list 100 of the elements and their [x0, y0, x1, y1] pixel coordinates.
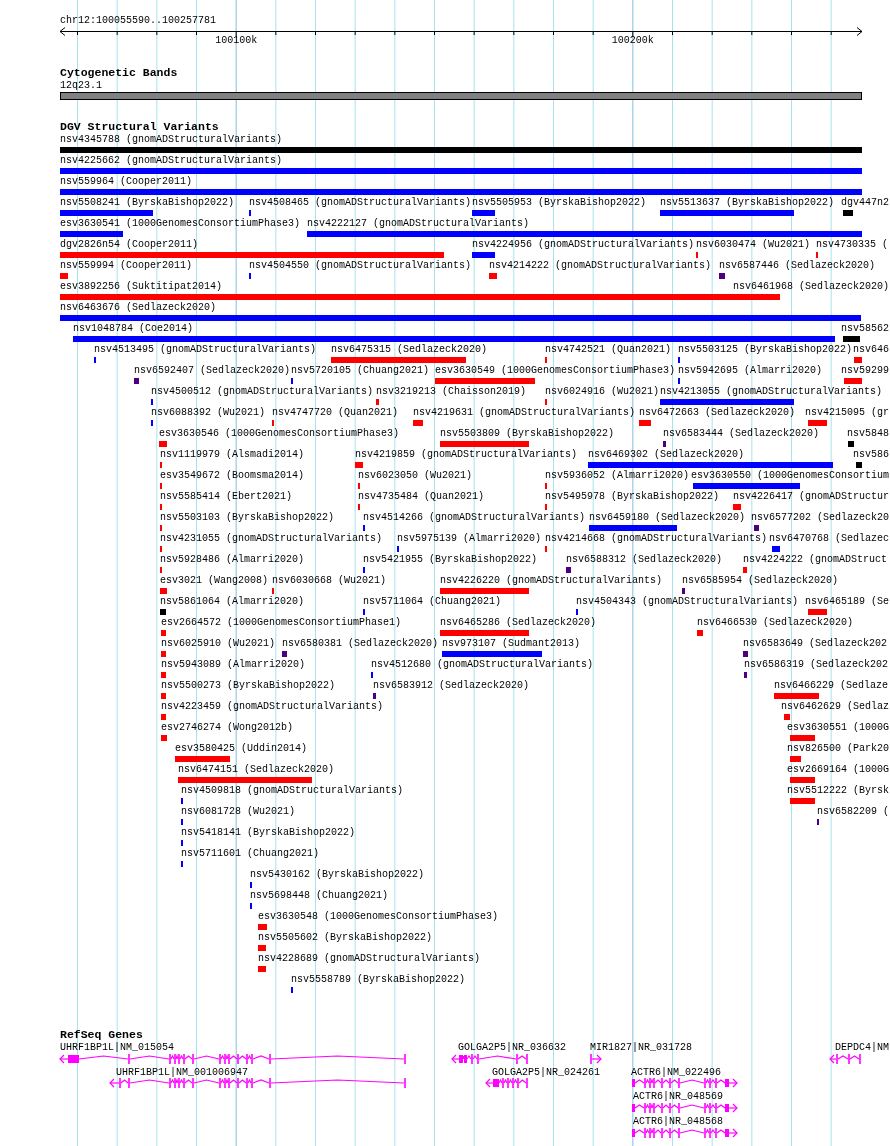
variant-label: esv2669164 (1000G: [787, 764, 890, 776]
variant-label: esv3630546 (1000GenomesConsortiumPhase3): [159, 428, 400, 440]
variant-label: nsv5848: [847, 428, 889, 440]
variant-label: nsv4219631 (gnomADStructuralVariants): [413, 407, 636, 419]
variant-label: nsv1119979 (Alsmadi2014): [160, 449, 305, 461]
variant-label: nsv4219859 (gnomADStructuralVariants): [355, 449, 578, 461]
variant-label: nsv5503125 (ByrskaBishop2022): [678, 344, 853, 356]
gene-label: UHRF1BP1L|NM_001006947: [116, 1066, 249, 1079]
variant-label: nsv5513637 (ByrskaBishop2022): [660, 197, 835, 209]
variant-label: nsv4345788 (gnomADStructuralVariants): [60, 134, 283, 146]
variant-label: nsv58562: [841, 323, 889, 335]
gene-label: GOLGA2P5|NR_036632: [458, 1042, 567, 1054]
variant-label: nsv6461968 (Sedlazeck2020): [733, 281, 890, 293]
variant-label: esv3630549 (1000GenomesConsortiumPhase3): [435, 365, 676, 377]
variant-label: nsv6465286 (Sedlazeck2020): [440, 617, 597, 629]
variant-label: nsv5505953 (ByrskaBishop2022): [472, 197, 647, 209]
variant-label: dgv2826n54 (Cooper2011): [60, 239, 199, 251]
ruler-tick-label: 100100k: [215, 35, 258, 47]
variant-label: dgv447n2: [841, 197, 889, 209]
variant-label: nsv6466530 (Sedlazeck2020): [697, 617, 854, 629]
variant-label: esv3630541 (1000GenomesConsortiumPhase3): [60, 218, 301, 230]
variant-label: nsv5720105 (Chuang2021): [291, 365, 430, 377]
variant-label: nsv6583649 (Sedlazeck202: [743, 638, 888, 650]
track-title: Cytogenetic Bands: [60, 66, 178, 80]
variant-label: nsv4226220 (gnomADStructuralVariants): [440, 575, 663, 587]
variant-label: nsv5430162 (ByrskaBishop2022): [250, 869, 425, 881]
variant-label: nsv6582209 (: [817, 806, 889, 818]
gene-label: GOLGA2P5|NR_024261: [492, 1066, 601, 1079]
variant-label: esv3580425 (Uddin2014): [175, 743, 308, 755]
track-title: RefSeq Genes: [60, 1028, 143, 1042]
variant-label: nsv5495978 (ByrskaBishop2022): [545, 491, 720, 503]
variant-label: nsv586: [853, 449, 889, 461]
variant-label: nsv6469302 (Sedlazeck2020): [588, 449, 745, 461]
track-title: DGV Structural Variants: [60, 120, 219, 134]
variant-label: nsv6472663 (Sedlazeck2020): [639, 407, 796, 419]
variant-label: nsv6474151 (Sedlazeck2020): [178, 764, 335, 776]
variant-label: esv3549672 (Boomsma2014): [160, 470, 305, 482]
variant-label: nsv5500273 (ByrskaBishop2022): [161, 680, 336, 692]
variant-label: nsv6030668 (Wu2021): [272, 575, 387, 587]
variant-label: nsv59299: [841, 365, 889, 377]
variant-label: nsv4226417 (gnomADStructur: [733, 491, 890, 503]
variant-label: nsv6459180 (Sedlazeck2020): [589, 512, 746, 524]
variant-label: nsv4224222 (gnomADStruct: [743, 554, 888, 566]
variant-label: nsv559964 (Cooper2011): [60, 176, 193, 188]
variant-label: nsv6465189 (Se: [805, 596, 889, 608]
variant-label: nsv4514266 (gnomADStructuralVariants): [363, 512, 586, 524]
variant-label: nsv4509818 (gnomADStructuralVariants): [181, 785, 404, 797]
variant-label: nsv5943089 (Almarri2020): [161, 659, 306, 671]
variant-label: nsv5698448 (Chuang2021): [250, 890, 389, 902]
variant-label: nsv4223459 (gnomADStructuralVariants): [161, 701, 384, 713]
gene-label: DEPDC4|NM: [835, 1042, 889, 1054]
variant-label: nsv5711064 (Chuang2021): [363, 596, 502, 608]
variant-label: esv2664572 (1000GenomesConsortiumPhase1): [161, 617, 402, 629]
variant-label: nsv4512680 (gnomADStructuralVariants): [371, 659, 594, 671]
variant-label: nsv6586319 (Sedlazeck202: [744, 659, 889, 671]
variant-label: nsv5421955 (ByrskaBishop2022): [363, 554, 538, 566]
variant-label: nsv5975139 (Almarri2020): [397, 533, 542, 545]
variant-label: nsv5503103 (ByrskaBishop2022): [160, 512, 335, 524]
variant-label: nsv6587446 (Sedlazeck2020): [719, 260, 876, 272]
variant-label: nsv5585414 (Ebert2021): [160, 491, 293, 503]
gene-label: UHRF1BP1L|NM_015054: [60, 1042, 175, 1054]
variant-label: nsv3219213 (Chaisson2019): [376, 386, 527, 398]
variant-label: nsv4513495 (gnomADStructuralVariants): [94, 344, 317, 356]
variant-label: nsv4224956 (gnomADStructuralVariants): [472, 239, 695, 251]
variant-label: esv2746274 (Wong2012b): [161, 722, 294, 734]
variant-label: nsv6592407 (Sedlazeck2020): [134, 365, 291, 377]
cytoband-label: 12q23.1: [60, 80, 102, 92]
variant-label: nsv6463676 (Sedlazeck2020): [60, 302, 217, 314]
gene-label: ACTR6|NR_048568: [633, 1116, 723, 1129]
variant-label: nsv4228689 (gnomADStructuralVariants): [258, 953, 481, 965]
variant-label: nsv6024916 (Wu2021): [545, 386, 660, 398]
variant-label: esv3630550 (1000GenomesConsortium: [691, 470, 890, 482]
variant-label: nsv6588312 (Sedlazeck2020): [566, 554, 723, 566]
variant-label: nsv5936052 (Almarri2020): [545, 470, 690, 482]
variant-label: nsv973107 (Sudmant2013): [442, 638, 581, 650]
variant-label: nsv4213055 (gnomADStructuralVariants): [660, 386, 883, 398]
variant-label: nsv559994 (Cooper2011): [60, 260, 193, 272]
variant-label: nsv4225662 (gnomADStructuralVariants): [60, 155, 283, 167]
variant-label: nsv6470768 (Sedlazec: [769, 533, 890, 545]
variant-label: esv3630548 (1000GenomesConsortiumPhase3): [258, 911, 499, 923]
variant-label: nsv5505602 (ByrskaBishop2022): [258, 932, 433, 944]
variant-label: nsv6583444 (Sedlazeck2020): [663, 428, 820, 440]
variant-label: nsv5942695 (Almarri2020): [678, 365, 823, 377]
gene-label: MIR1827|NR_031728: [590, 1042, 693, 1054]
variant-label: nsv6577202 (Sedlazeck20: [751, 512, 890, 524]
variant-label: nsv5418141 (ByrskaBishop2022): [181, 827, 356, 839]
variant-label: nsv4231055 (gnomADStructuralVariants): [160, 533, 383, 545]
variant-label: nsv5508241 (ByrskaBishop2022): [60, 197, 235, 209]
variant-label: nsv5711601 (Chuang2021): [181, 848, 320, 860]
variant-label: nsv4504550 (gnomADStructuralVariants): [249, 260, 472, 272]
variant-label: nsv4742521 (Quan2021): [545, 344, 672, 356]
variant-label: nsv4504343 (gnomADStructuralVariants): [576, 596, 799, 608]
variant-label: nsv6462629 (Sedlaz: [781, 701, 890, 713]
variant-label: esv3892256 (Suktitipat2014): [60, 281, 223, 293]
variant-label: nsv4735484 (Quan2021): [358, 491, 485, 503]
variant-label: nsv4222127 (gnomADStructuralVariants): [307, 218, 530, 230]
variant-label: nsv5928486 (Almarri2020): [160, 554, 305, 566]
variant-label: nsv6023050 (Wu2021): [358, 470, 473, 482]
variant-label: esv3021 (Wang2008): [160, 575, 269, 587]
variant-label: nsv4214668 (gnomADStructuralVariants): [545, 533, 768, 545]
